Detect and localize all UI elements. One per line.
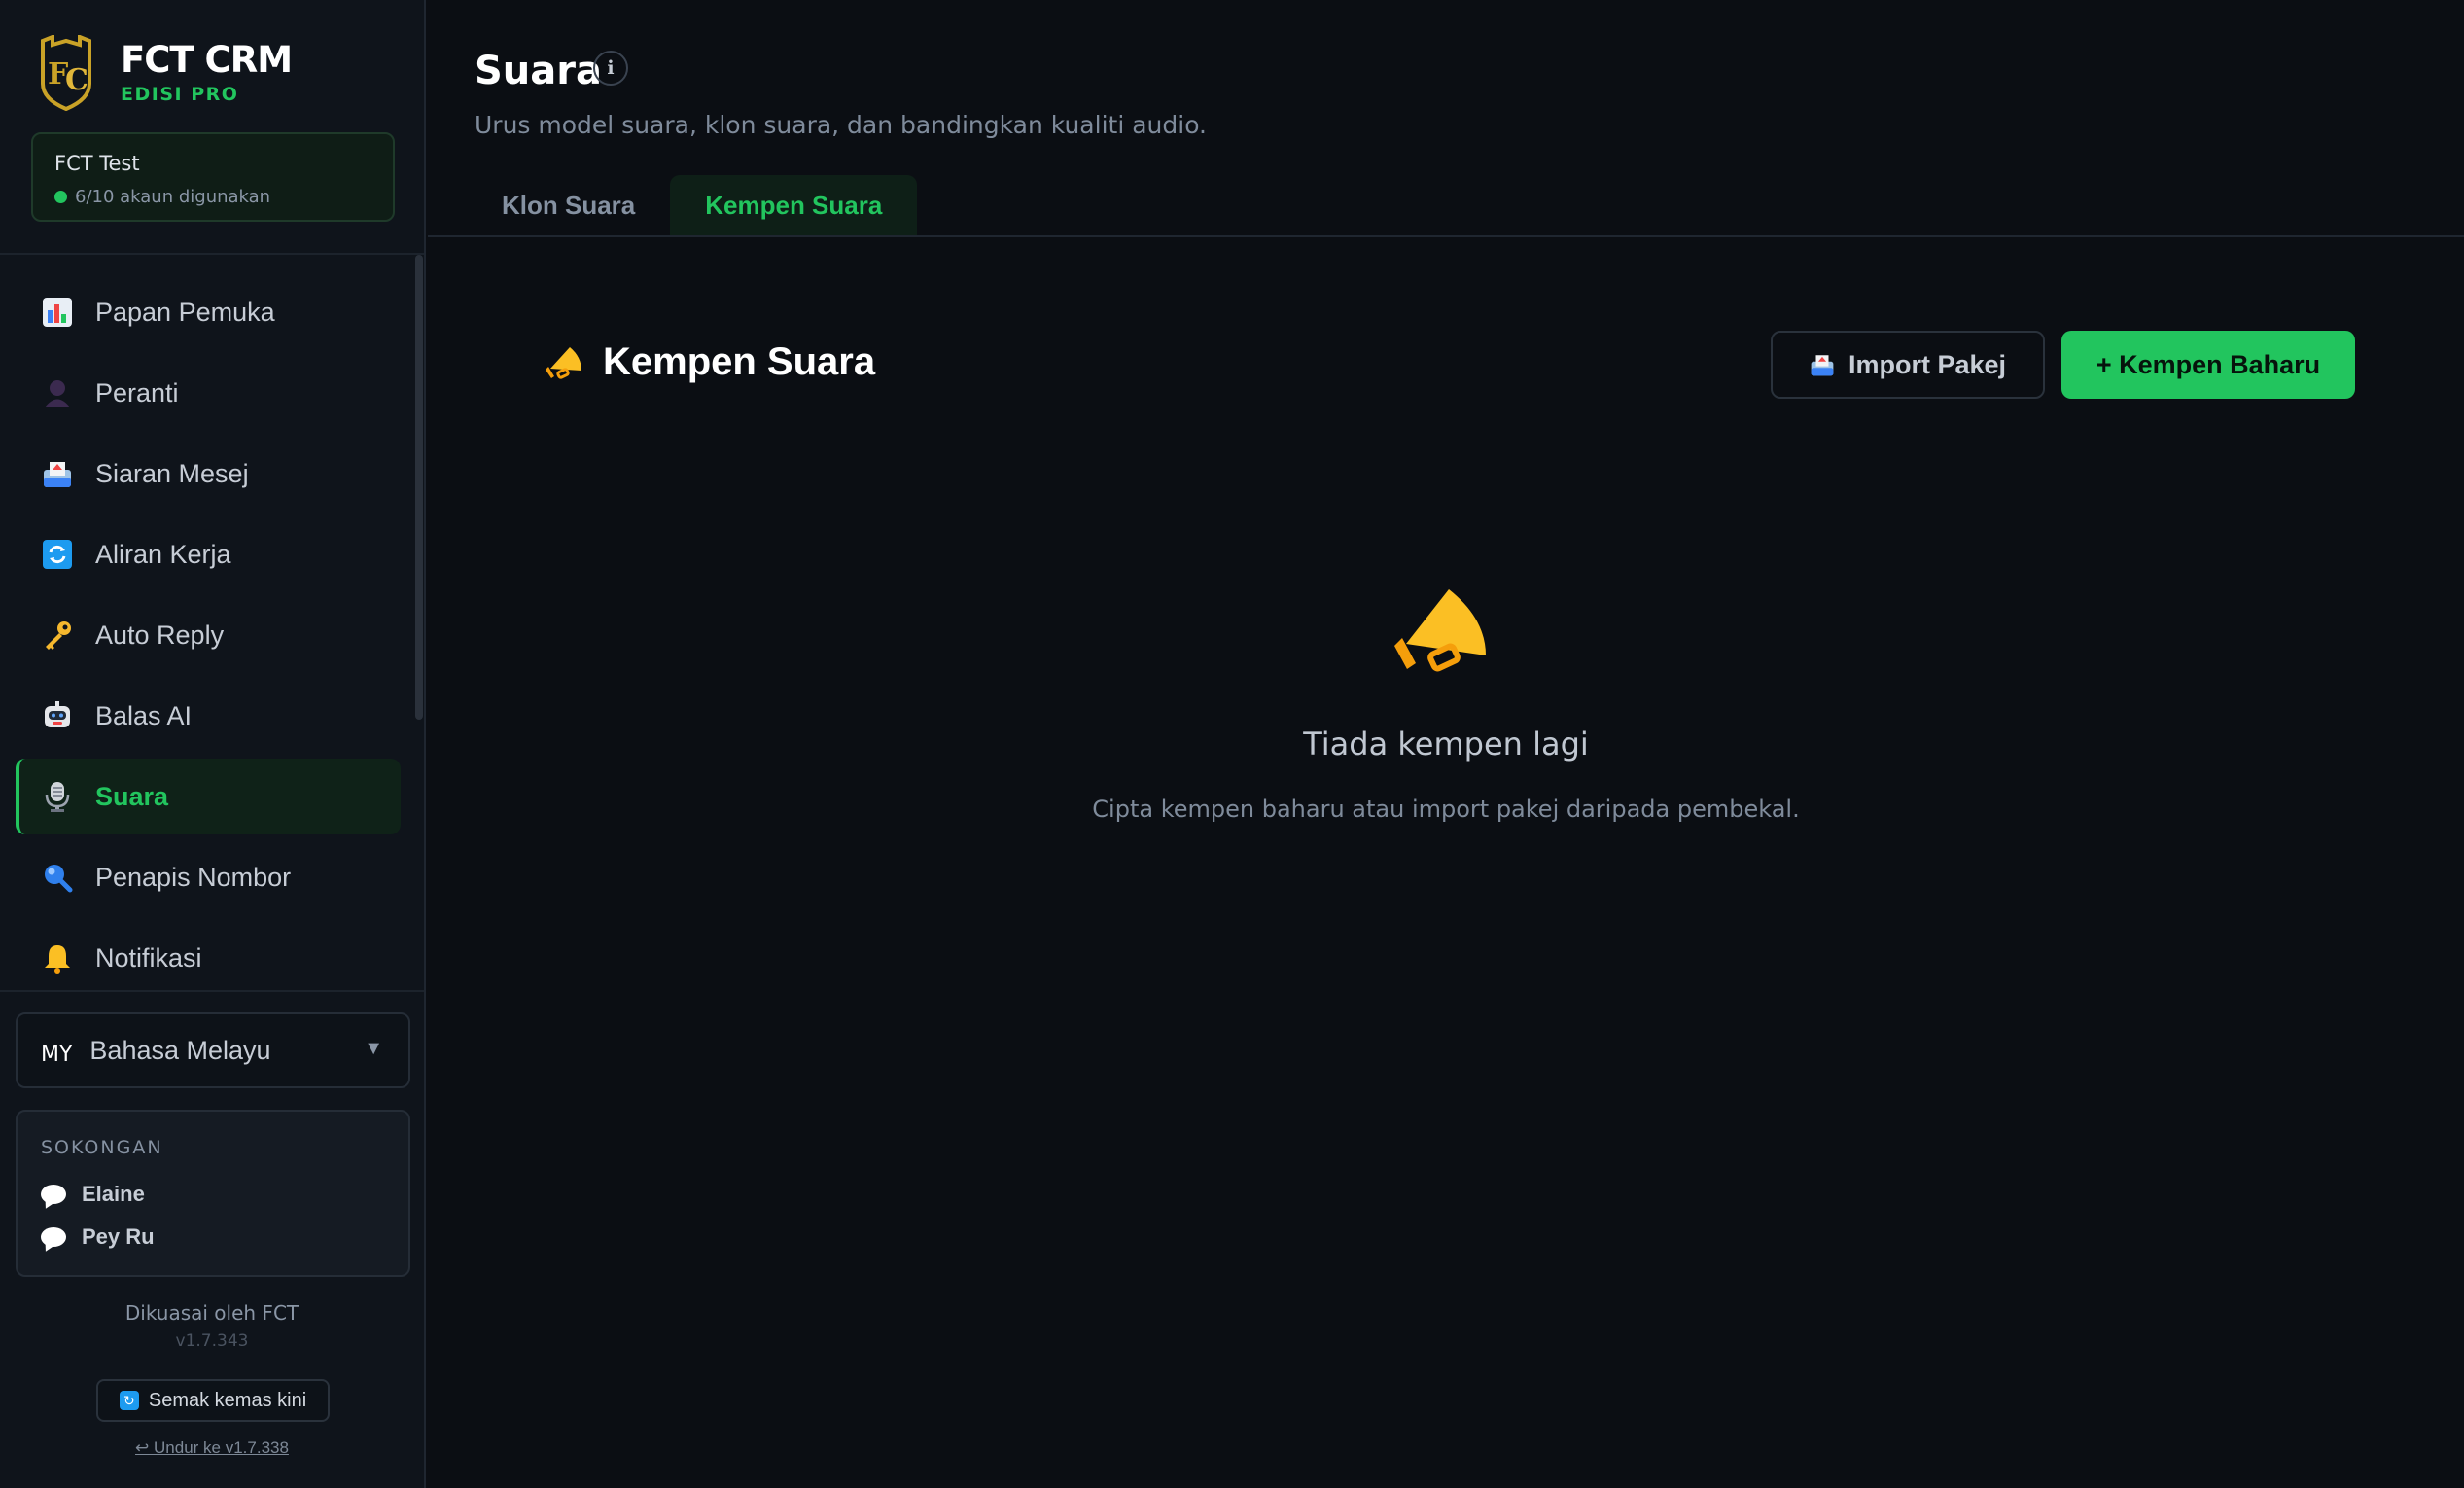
page-subtitle: Urus model suara, klon suara, dan bandin… bbox=[475, 111, 1207, 139]
account-usage-text: 6/10 akaun digunakan bbox=[75, 187, 271, 207]
sidebar-item-label: Aliran Kerja bbox=[95, 539, 231, 569]
account-name: FCT Test bbox=[54, 152, 140, 175]
import-package-label: Import Pakej bbox=[1848, 349, 2007, 379]
tab-kempen-suara[interactable]: Kempen Suara bbox=[670, 175, 918, 235]
sidebar-item-label: Auto Reply bbox=[95, 620, 225, 650]
megaphone-icon bbox=[1394, 589, 1486, 672]
support-contact-name: Pey Ru bbox=[82, 1224, 155, 1249]
chart-icon bbox=[41, 296, 74, 329]
key-icon bbox=[41, 619, 74, 652]
new-campaign-button[interactable]: + Kempen Baharu bbox=[2061, 331, 2355, 399]
tab-klon-suara[interactable]: Klon Suara bbox=[467, 175, 670, 235]
bell-icon bbox=[41, 941, 74, 974]
fct-shield-logo: F C bbox=[41, 35, 91, 111]
section-title: Kempen Suara bbox=[603, 340, 876, 383]
sidebar-item-auto-reply[interactable]: Auto Reply bbox=[16, 597, 401, 673]
support-title: SOKONGAN bbox=[41, 1137, 163, 1158]
sidebar-item-label: Suara bbox=[95, 781, 169, 811]
import-package-button[interactable]: Import Pakej bbox=[1771, 331, 2045, 399]
sidebar-item-penapis-nombor[interactable]: Penapis Nombor bbox=[16, 839, 401, 915]
chevron-down-icon: ▼ bbox=[364, 1038, 383, 1059]
brand[interactable]: F C FCT CRM EDISI PRO bbox=[39, 35, 408, 113]
status-dot-icon bbox=[54, 191, 67, 203]
robot-icon bbox=[41, 699, 74, 732]
support-contact-name: Elaine bbox=[82, 1182, 145, 1206]
sidebar-item-siaran-mesej[interactable]: Siaran Mesej bbox=[16, 436, 401, 512]
sidebar-divider bbox=[0, 990, 424, 992]
sidebar-item-label: Siaran Mesej bbox=[95, 458, 249, 488]
sidebar-nav: Papan Pemuka Peranti Siaran Mesej Aliran… bbox=[16, 274, 401, 1001]
page-title: Suara bbox=[475, 49, 602, 93]
sidebar-item-suara[interactable]: Suara bbox=[16, 759, 401, 834]
section-header: Kempen Suara bbox=[543, 340, 875, 384]
sidebar-item-label: Penapis Nombor bbox=[95, 862, 292, 892]
downgrade-link[interactable]: ↩ Undur ke v1.7.338 bbox=[0, 1438, 424, 1458]
account-usage: 6/10 akaun digunakan bbox=[54, 187, 270, 207]
sidebar-scrollbar[interactable] bbox=[415, 255, 423, 720]
support-panel: SOKONGAN Elaine Pey Ru bbox=[16, 1110, 410, 1277]
language-select[interactable]: MY Bahasa Melayu ▼ bbox=[16, 1012, 410, 1088]
support-contact-elaine[interactable]: Elaine bbox=[41, 1182, 145, 1207]
microphone-icon bbox=[41, 780, 74, 813]
support-contact-pey-ru[interactable]: Pey Ru bbox=[41, 1224, 155, 1250]
magnifier-icon bbox=[41, 861, 74, 894]
check-update-button[interactable]: ↻ Semak kemas kini bbox=[96, 1379, 330, 1422]
sidebar-item-label: Balas AI bbox=[95, 700, 193, 730]
tabs: Klon Suara Kempen Suara bbox=[467, 175, 918, 235]
sidebar-item-aliran-kerja[interactable]: Aliran Kerja bbox=[16, 516, 401, 592]
language-code: MY bbox=[41, 1042, 73, 1067]
brand-edition: EDISI PRO bbox=[121, 84, 239, 105]
sidebar-item-notifikasi[interactable]: Notifikasi bbox=[16, 920, 401, 996]
account-card[interactable]: FCT Test 6/10 akaun digunakan bbox=[31, 132, 395, 222]
tabs-divider bbox=[428, 235, 2464, 237]
info-icon[interactable]: i bbox=[593, 51, 628, 86]
sidebar-item-label: Papan Pemuka bbox=[95, 297, 275, 327]
empty-state-title: Tiada kempen lagi bbox=[1303, 726, 1589, 762]
sidebar: F C FCT CRM EDISI PRO FCT Test 6/10 akau… bbox=[0, 0, 426, 1488]
sidebar-item-balas-ai[interactable]: Balas AI bbox=[16, 678, 401, 754]
check-update-label: Semak kemas kini bbox=[148, 1389, 307, 1411]
megaphone-icon bbox=[546, 346, 581, 379]
empty-state-subtitle: Cipta kempen baharu atau import pakej da… bbox=[1092, 796, 1800, 823]
sidebar-item-label: Notifikasi bbox=[95, 942, 202, 973]
powered-by: Dikuasai oleh FCT bbox=[124, 1301, 299, 1325]
user-icon bbox=[41, 376, 74, 409]
sidebar-item-papan-pemuka[interactable]: Papan Pemuka bbox=[16, 274, 401, 350]
sidebar-item-peranti[interactable]: Peranti bbox=[16, 355, 401, 431]
refresh-icon: ↻ bbox=[119, 1391, 139, 1410]
chat-bubble-icon bbox=[41, 1185, 66, 1204]
outbox-icon bbox=[1811, 355, 1834, 376]
language-name: Bahasa Melayu bbox=[89, 1035, 271, 1065]
brand-name: FCT CRM bbox=[121, 39, 293, 81]
sidebar-divider bbox=[0, 253, 424, 255]
chat-bubble-icon bbox=[41, 1227, 66, 1247]
sidebar-item-label: Peranti bbox=[95, 377, 179, 407]
main-content: Suara i Urus model suara, klon suara, da… bbox=[428, 0, 2464, 1488]
refresh-icon bbox=[41, 538, 74, 571]
version-label: v1.7.343 bbox=[175, 1331, 249, 1351]
svg-text:C: C bbox=[65, 63, 88, 97]
outbox-icon bbox=[41, 457, 74, 490]
